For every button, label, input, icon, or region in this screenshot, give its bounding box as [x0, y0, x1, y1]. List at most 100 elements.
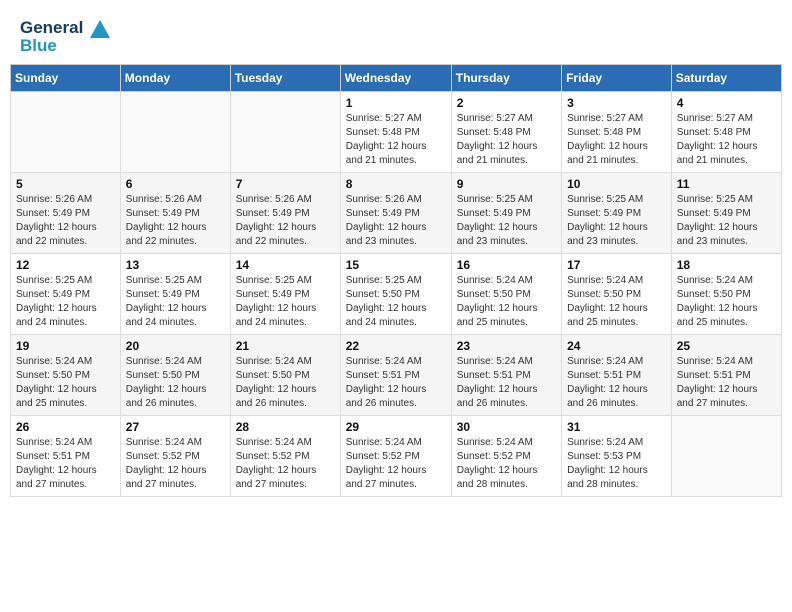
day-info: Sunrise: 5:26 AM Sunset: 5:49 PM Dayligh… [16, 193, 115, 249]
calendar-cell: 9 Sunrise: 5:25 AM Sunset: 5:49 PM Daylig… [451, 172, 561, 253]
day-number: 1 [346, 96, 446, 110]
week-row-3: 12 Sunrise: 5:25 AM Sunset: 5:49 PM Dayli… [11, 253, 782, 334]
day-number: 11 [677, 177, 776, 191]
calendar-cell: 17 Sunrise: 5:24 AM Sunset: 5:50 PM Dayli… [562, 253, 672, 334]
day-number: 14 [236, 258, 335, 272]
day-info: Sunrise: 5:24 AM Sunset: 5:50 PM Dayligh… [126, 355, 225, 411]
day-info: Sunrise: 5:24 AM Sunset: 5:51 PM Dayligh… [677, 355, 776, 411]
day-number: 19 [16, 339, 115, 353]
day-number: 18 [677, 258, 776, 272]
day-info: Sunrise: 5:24 AM Sunset: 5:50 PM Dayligh… [567, 274, 666, 330]
day-number: 3 [567, 96, 666, 110]
calendar-cell: 8 Sunrise: 5:26 AM Sunset: 5:49 PM Daylig… [340, 172, 451, 253]
day-info: Sunrise: 5:25 AM Sunset: 5:49 PM Dayligh… [126, 274, 225, 330]
logo-text: General [20, 18, 110, 38]
calendar-cell: 23 Sunrise: 5:24 AM Sunset: 5:51 PM Dayli… [451, 334, 561, 415]
calendar-cell: 3 Sunrise: 5:27 AM Sunset: 5:48 PM Daylig… [562, 91, 672, 172]
day-header-sunday: Sunday [11, 64, 121, 91]
day-number: 26 [16, 420, 115, 434]
calendar-cell [671, 415, 781, 496]
calendar-cell: 10 Sunrise: 5:25 AM Sunset: 5:49 PM Dayli… [562, 172, 672, 253]
day-info: Sunrise: 5:25 AM Sunset: 5:49 PM Dayligh… [677, 193, 776, 249]
day-number: 27 [126, 420, 225, 434]
day-header-friday: Friday [562, 64, 672, 91]
day-info: Sunrise: 5:26 AM Sunset: 5:49 PM Dayligh… [346, 193, 446, 249]
page-header: General Blue [10, 10, 782, 60]
day-info: Sunrise: 5:24 AM Sunset: 5:51 PM Dayligh… [567, 355, 666, 411]
day-number: 21 [236, 339, 335, 353]
day-info: Sunrise: 5:25 AM Sunset: 5:49 PM Dayligh… [457, 193, 556, 249]
day-header-wednesday: Wednesday [340, 64, 451, 91]
calendar-cell: 31Sunrise: 5:24 AM Sunset: 5:53 PM Dayli… [562, 415, 672, 496]
day-number: 8 [346, 177, 446, 191]
day-number: 13 [126, 258, 225, 272]
calendar-cell: 25 Sunrise: 5:24 AM Sunset: 5:51 PM Dayli… [671, 334, 781, 415]
week-row-5: 26 Sunrise: 5:24 AM Sunset: 5:51 PM Dayli… [11, 415, 782, 496]
day-info: Sunrise: 5:24 AM Sunset: 5:50 PM Dayligh… [16, 355, 115, 411]
week-row-1: 1 Sunrise: 5:27 AM Sunset: 5:48 PM Daylig… [11, 91, 782, 172]
day-info: Sunrise: 5:24 AM Sunset: 5:52 PM Dayligh… [346, 436, 446, 492]
day-info: Sunrise: 5:24 AM Sunset: 5:50 PM Dayligh… [457, 274, 556, 330]
day-info: Sunrise: 5:25 AM Sunset: 5:49 PM Dayligh… [567, 193, 666, 249]
day-number: 10 [567, 177, 666, 191]
calendar-cell: 7 Sunrise: 5:26 AM Sunset: 5:49 PM Daylig… [230, 172, 340, 253]
day-info: Sunrise: 5:25 AM Sunset: 5:49 PM Dayligh… [16, 274, 115, 330]
calendar-cell: 21Sunrise: 5:24 AM Sunset: 5:50 PM Dayli… [230, 334, 340, 415]
week-row-2: 5 Sunrise: 5:26 AM Sunset: 5:49 PM Daylig… [11, 172, 782, 253]
day-info: Sunrise: 5:26 AM Sunset: 5:49 PM Dayligh… [126, 193, 225, 249]
day-info: Sunrise: 5:25 AM Sunset: 5:50 PM Dayligh… [346, 274, 446, 330]
week-row-4: 19 Sunrise: 5:24 AM Sunset: 5:50 PM Dayli… [11, 334, 782, 415]
day-info: Sunrise: 5:26 AM Sunset: 5:49 PM Dayligh… [236, 193, 335, 249]
calendar-cell: 27Sunrise: 5:24 AM Sunset: 5:52 PM Dayli… [120, 415, 230, 496]
day-info: Sunrise: 5:24 AM Sunset: 5:51 PM Dayligh… [16, 436, 115, 492]
day-number: 31 [567, 420, 666, 434]
day-info: Sunrise: 5:24 AM Sunset: 5:51 PM Dayligh… [457, 355, 556, 411]
day-info: Sunrise: 5:25 AM Sunset: 5:49 PM Dayligh… [236, 274, 335, 330]
calendar-cell: 16 Sunrise: 5:24 AM Sunset: 5:50 PM Dayli… [451, 253, 561, 334]
day-header-monday: Monday [120, 64, 230, 91]
day-info: Sunrise: 5:27 AM Sunset: 5:48 PM Dayligh… [457, 112, 556, 168]
logo: General Blue [20, 18, 110, 56]
logo-subtext: Blue [20, 36, 110, 56]
day-info: Sunrise: 5:27 AM Sunset: 5:48 PM Dayligh… [677, 112, 776, 168]
calendar-cell: 29 Sunrise: 5:24 AM Sunset: 5:52 PM Dayli… [340, 415, 451, 496]
calendar-cell: 12 Sunrise: 5:25 AM Sunset: 5:49 PM Dayli… [11, 253, 121, 334]
calendar-cell: 14 Sunrise: 5:25 AM Sunset: 5:49 PM Dayli… [230, 253, 340, 334]
day-info: Sunrise: 5:24 AM Sunset: 5:52 PM Dayligh… [457, 436, 556, 492]
calendar-cell: 28Sunrise: 5:24 AM Sunset: 5:52 PM Dayli… [230, 415, 340, 496]
day-number: 9 [457, 177, 556, 191]
calendar-table: SundayMondayTuesdayWednesdayThursdayFrid… [10, 64, 782, 497]
calendar-cell: 19 Sunrise: 5:24 AM Sunset: 5:50 PM Dayli… [11, 334, 121, 415]
calendar-cell: 4Sunrise: 5:27 AM Sunset: 5:48 PM Daylig… [671, 91, 781, 172]
day-number: 16 [457, 258, 556, 272]
day-number: 12 [16, 258, 115, 272]
logo-icon [90, 20, 110, 38]
day-number: 7 [236, 177, 335, 191]
calendar-cell: 2 Sunrise: 5:27 AM Sunset: 5:48 PM Daylig… [451, 91, 561, 172]
calendar-cell: 6Sunrise: 5:26 AM Sunset: 5:49 PM Daylig… [120, 172, 230, 253]
day-number: 28 [236, 420, 335, 434]
calendar-cell: 1 Sunrise: 5:27 AM Sunset: 5:48 PM Daylig… [340, 91, 451, 172]
day-number: 2 [457, 96, 556, 110]
day-number: 24 [567, 339, 666, 353]
day-number: 5 [16, 177, 115, 191]
day-header-saturday: Saturday [671, 64, 781, 91]
day-info: Sunrise: 5:27 AM Sunset: 5:48 PM Dayligh… [346, 112, 446, 168]
day-info: Sunrise: 5:27 AM Sunset: 5:48 PM Dayligh… [567, 112, 666, 168]
calendar-cell: 18Sunrise: 5:24 AM Sunset: 5:50 PM Dayli… [671, 253, 781, 334]
day-number: 22 [346, 339, 446, 353]
day-number: 29 [346, 420, 446, 434]
day-number: 25 [677, 339, 776, 353]
day-number: 30 [457, 420, 556, 434]
calendar-cell: 20 Sunrise: 5:24 AM Sunset: 5:50 PM Dayli… [120, 334, 230, 415]
calendar-cell: 24 Sunrise: 5:24 AM Sunset: 5:51 PM Dayli… [562, 334, 672, 415]
day-number: 17 [567, 258, 666, 272]
calendar-cell [230, 91, 340, 172]
day-number: 23 [457, 339, 556, 353]
calendar-cell: 26 Sunrise: 5:24 AM Sunset: 5:51 PM Dayli… [11, 415, 121, 496]
calendar-body: 1 Sunrise: 5:27 AM Sunset: 5:48 PM Daylig… [11, 91, 782, 496]
day-number: 15 [346, 258, 446, 272]
calendar-header-row: SundayMondayTuesdayWednesdayThursdayFrid… [11, 64, 782, 91]
calendar-cell: 13 Sunrise: 5:25 AM Sunset: 5:49 PM Dayli… [120, 253, 230, 334]
day-number: 20 [126, 339, 225, 353]
